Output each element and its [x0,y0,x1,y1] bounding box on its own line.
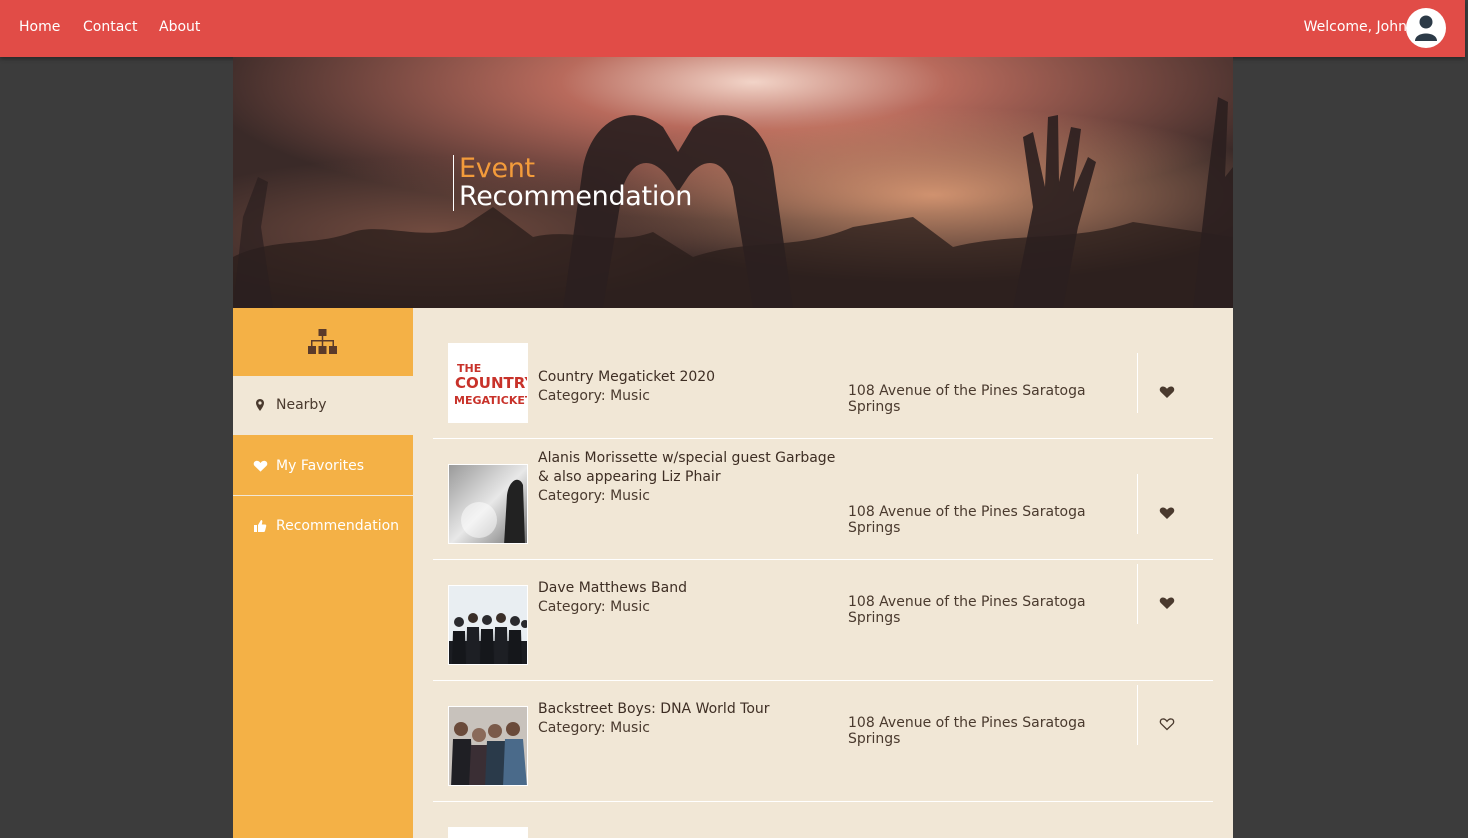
event-title[interactable]: Alanis Morissette w/special guest Garbag… [538,449,843,487]
event-category: Category: Music [538,488,650,504]
svg-text:COUNTRY: COUNTRY [455,374,528,392]
nav-home-link[interactable]: Home [19,19,60,35]
sidebar: Nearby My Favorites Recommendation [233,308,413,838]
event-title[interactable]: Country Megaticket 2020 [538,368,843,387]
welcome-text: Welcome, John [1303,19,1407,35]
favorite-heart-icon[interactable] [1159,595,1175,611]
event-category: Category: Music [538,388,650,404]
dave-matthews-band-image [449,586,527,664]
hero-title-event: Event [459,153,535,184]
sidebar-item-favorites[interactable]: My Favorites [233,437,413,496]
svg-text:MEGATICKET: MEGATICKET [454,394,528,407]
event-address: 108 Avenue of the Pines Saratoga Springs [848,504,1086,536]
divider [1137,685,1138,745]
country-megaticket-logo: THE COUNTRY MEGATICKET [449,344,528,422]
event-thumbnail [448,706,528,786]
favorite-heart-icon[interactable] [1159,384,1175,400]
sidebar-item-label: Recommendation [276,518,400,534]
event-address: 108 Avenue of the Pines Saratoga Springs [848,715,1086,747]
favorite-heart-outline-icon[interactable] [1159,716,1175,732]
favorite-heart-icon[interactable] [1159,505,1175,521]
sidebar-item-label: My Favorites [276,458,365,474]
sitemap-icon [308,329,337,354]
event-row[interactable]: Backstreet Boys: DNA World Tour Category… [433,681,1213,802]
divider [1137,564,1138,624]
top-nav: Home Contact About Welcome, John [0,0,1465,57]
event-title[interactable]: Backstreet Boys: DNA World Tour [538,700,843,719]
heart-icon [253,460,268,472]
event-thumbnail [448,464,528,544]
divider [1137,353,1138,413]
event-row[interactable]: Alanis Morissette w/special guest Garbag… [433,439,1213,560]
hero-title: Event Recommendation [453,155,692,211]
event-address: 108 Avenue of the Pines Saratoga Springs [848,383,1086,415]
event-row[interactable]: THE COUNTRY MEGATICKET Country Megaticke… [433,318,1213,439]
divider [1137,474,1138,534]
sidebar-item-nearby[interactable]: Nearby [233,376,413,435]
backstreet-boys-image [449,707,527,785]
sidebar-item-label: Nearby [276,397,327,413]
event-thumbnail [448,827,528,838]
alanis-morissette-image [449,465,527,543]
sidebar-header [233,308,413,376]
event-thumbnail: THE COUNTRY MEGATICKET [448,343,528,423]
event-row[interactable]: Dave Matthews Band Category: Music 108 A… [433,560,1213,681]
concert-hero-image [233,57,1233,308]
nav-contact-link[interactable]: Contact [83,19,137,35]
event-address: 108 Avenue of the Pines Saratoga Springs [848,594,1086,626]
event-thumbnail [448,585,528,665]
sidebar-item-recommendation[interactable]: Recommendation [233,497,413,556]
nav-about-link[interactable]: About [159,19,200,35]
event-category: Category: Music [538,599,650,615]
event-category: Category: Music [538,720,650,736]
event-title[interactable]: Dave Matthews Band [538,579,843,598]
event-list: THE COUNTRY MEGATICKET Country Megaticke… [413,308,1233,838]
map-marker-icon [256,399,264,411]
user-avatar-icon[interactable] [1406,8,1446,48]
thumbs-up-icon [254,520,267,532]
hero-title-recommendation: Recommendation [459,181,693,212]
hero-banner: Event Recommendation [233,57,1233,308]
